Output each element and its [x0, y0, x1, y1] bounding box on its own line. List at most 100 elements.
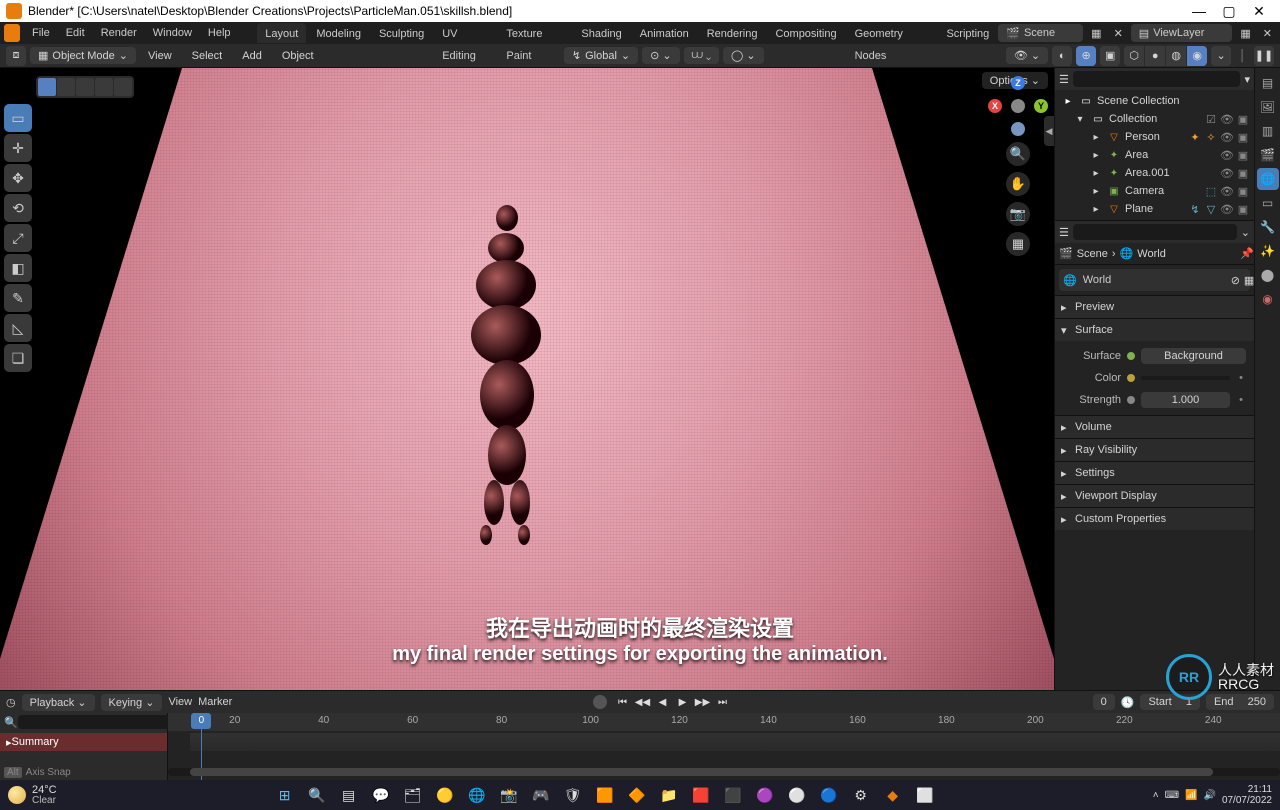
pin-icon[interactable]: 📌 — [1240, 247, 1250, 260]
app-icon-6[interactable]: ⬛ — [720, 782, 746, 808]
menu-file[interactable]: File — [24, 22, 58, 44]
gizmo-axis-z[interactable]: Z — [1011, 76, 1025, 90]
app-icon-1[interactable]: 🟡 — [432, 782, 458, 808]
weather-widget[interactable]: 24°C Clear — [8, 785, 57, 806]
ptab-scene[interactable]: 🎬 — [1257, 144, 1279, 166]
menu-help[interactable]: Help — [200, 22, 239, 44]
world-new-icon[interactable]: ▦ — [1244, 274, 1254, 287]
clock-icon[interactable]: 🕓 — [1121, 696, 1135, 709]
tool-rotate[interactable]: ⟲ — [4, 194, 32, 222]
outliner-filter-icon[interactable]: ▾ — [1244, 73, 1250, 86]
taskview-icon[interactable]: ▤ — [336, 782, 362, 808]
workspace-tab-layout[interactable]: Layout — [257, 23, 306, 43]
workspace-tab-uv[interactable]: UV Editing — [434, 23, 496, 43]
mode-selector[interactable]: ▦Object Mode⌄ — [30, 47, 136, 64]
scene-delete-button[interactable]: ✕ — [1110, 27, 1127, 40]
jump-start-icon[interactable]: ⏮ — [613, 693, 631, 711]
system-tray[interactable]: ˄ ⌨ 📶 🔊 21:11 07/07/2022 — [1153, 784, 1272, 806]
explorer-icon[interactable]: 🗂 — [400, 782, 426, 808]
timeline-track[interactable]: 20 40 60 80 100 120 140 160 180 200 220 … — [168, 713, 1280, 780]
discord-icon[interactable]: 🎮 — [528, 782, 554, 808]
menu-edit[interactable]: Edit — [58, 22, 93, 44]
props-options-icon[interactable]: ⌄ — [1241, 226, 1250, 239]
section-ray[interactable]: ▸Ray Visibility — [1055, 439, 1254, 461]
playhead-bubble[interactable]: 0 — [191, 713, 211, 729]
ptab-viewlayer[interactable]: ▥ — [1257, 120, 1279, 142]
strength-value[interactable]: 1.000 — [1141, 392, 1230, 408]
timeline-view[interactable]: View — [168, 696, 192, 708]
workspace-tab-scripting[interactable]: Scripting — [938, 23, 997, 43]
pivot-selector[interactable]: ⊙ ⌄ — [642, 47, 680, 64]
tree-item-area001[interactable]: ▸✦ Area.001 👁▣ — [1055, 164, 1254, 182]
world-shield-icon[interactable]: ⊘ — [1231, 274, 1240, 287]
scene-selector[interactable]: 🎬 Scene — [998, 24, 1083, 42]
play-reverse-icon[interactable]: ◀ — [653, 693, 671, 711]
tree-item-camera[interactable]: ▸▣ Camera ⬚👁▣ — [1055, 182, 1254, 200]
gizmo-center[interactable] — [1011, 99, 1025, 113]
timeline-type-icon[interactable]: ◷ — [6, 696, 16, 709]
surface-node-dot[interactable] — [1127, 352, 1135, 360]
tree-scene-collection[interactable]: ▸ ▭ Scene Collection — [1055, 92, 1254, 110]
close-button[interactable]: ✕ — [1244, 3, 1274, 20]
proportional-toggle[interactable]: ◯ ⌄ — [723, 47, 764, 64]
tool-transform[interactable]: ◧ — [4, 254, 32, 282]
viewlayer-new-button[interactable]: ▦ — [1236, 27, 1254, 40]
scene-new-button[interactable]: ▦ — [1087, 27, 1105, 40]
strength-keyframe-dot[interactable]: • — [1236, 394, 1246, 406]
ptab-physics[interactable]: ⬤ — [1257, 264, 1279, 286]
workspace-tab-texture[interactable]: Texture Paint — [498, 23, 571, 43]
ptab-material[interactable]: ◉ — [1257, 288, 1279, 310]
tray-wifi-icon[interactable]: 📶 — [1185, 790, 1197, 801]
play-icon[interactable]: ▶ — [673, 693, 691, 711]
select-mode-4[interactable] — [95, 78, 113, 96]
workspace-tab-rendering[interactable]: Rendering — [699, 23, 766, 43]
header-object[interactable]: Object — [274, 45, 322, 67]
ptab-render[interactable]: ▤ — [1257, 72, 1279, 94]
timeline-marker[interactable]: Marker — [198, 696, 232, 708]
shading-solid[interactable]: ● — [1145, 46, 1165, 66]
prev-key-icon[interactable]: ◀◀ — [633, 693, 651, 711]
timeline-ruler[interactable]: 20 40 60 80 100 120 140 160 180 200 220 … — [168, 713, 1280, 731]
instagram-icon[interactable]: 📸 — [496, 782, 522, 808]
select-mode-1[interactable] — [38, 78, 56, 96]
select-mode-2[interactable] — [57, 78, 75, 96]
app-icon-5[interactable]: 🟥 — [688, 782, 714, 808]
workspace-tab-shading[interactable]: Shading — [573, 23, 629, 43]
shading-wireframe[interactable]: ⬡ — [1124, 46, 1144, 66]
viewport-3d[interactable]: Options ⌄ ◀ ▭ ✛ ✥ ⟲ ⤢ ◧ ✎ ◺ ❏ Z X Y 🔍 ✋ … — [0, 68, 1054, 690]
dopesheet-search[interactable] — [18, 715, 172, 729]
app-icon-8[interactable]: ⚪ — [784, 782, 810, 808]
tool-addcube[interactable]: ❏ — [4, 344, 32, 372]
tray-lang-icon[interactable]: ⌨ — [1165, 790, 1179, 801]
surface-value[interactable]: Background — [1141, 348, 1246, 364]
header-view[interactable]: View — [140, 45, 180, 67]
playback-menu[interactable]: Playback ⌄ — [22, 694, 95, 711]
app-icon-2[interactable]: 🛡 — [560, 782, 586, 808]
tool-annotate[interactable]: ✎ — [4, 284, 32, 312]
shading-matprev[interactable]: ◍ — [1166, 46, 1186, 66]
ptab-particles[interactable]: ✨ — [1257, 240, 1279, 262]
folder-icon[interactable]: 📁 — [656, 782, 682, 808]
tree-item-person[interactable]: ▸▽ Person ✦✧👁▣ — [1055, 128, 1254, 146]
world-name-input[interactable] — [1081, 273, 1227, 287]
xray-toggle[interactable]: ▣ — [1100, 46, 1120, 66]
gizmo-axis-x[interactable]: X — [988, 99, 1002, 113]
section-volume[interactable]: ▸Volume — [1055, 416, 1254, 438]
section-custom[interactable]: ▸Custom Properties — [1055, 508, 1254, 530]
tree-item-area[interactable]: ▸✦ Area 👁▣ — [1055, 146, 1254, 164]
section-settings[interactable]: ▸Settings — [1055, 462, 1254, 484]
snap-toggle[interactable]: ⩊ ⌄ — [684, 47, 719, 64]
gizmo-axis-y[interactable]: Y — [1034, 99, 1048, 113]
orientation-selector[interactable]: ↯Global⌄ — [564, 47, 638, 64]
workspace-tab-compositing[interactable]: Compositing — [767, 23, 844, 43]
crumb-world[interactable]: World — [1137, 248, 1166, 260]
color-swatch[interactable] — [1141, 376, 1230, 380]
color-node-dot[interactable] — [1127, 374, 1135, 382]
section-surface[interactable]: ▾Surface — [1055, 319, 1254, 341]
editor-type-icon[interactable]: ⧈ — [6, 46, 26, 66]
ptab-output[interactable]: 🖼 — [1257, 96, 1279, 118]
workspace-tab-modeling[interactable]: Modeling — [308, 23, 369, 43]
workspace-tab-geonodes[interactable]: Geometry Nodes — [847, 23, 937, 43]
outliner-search[interactable] — [1073, 71, 1241, 87]
perspective-icon[interactable]: ▦ — [1006, 232, 1030, 256]
